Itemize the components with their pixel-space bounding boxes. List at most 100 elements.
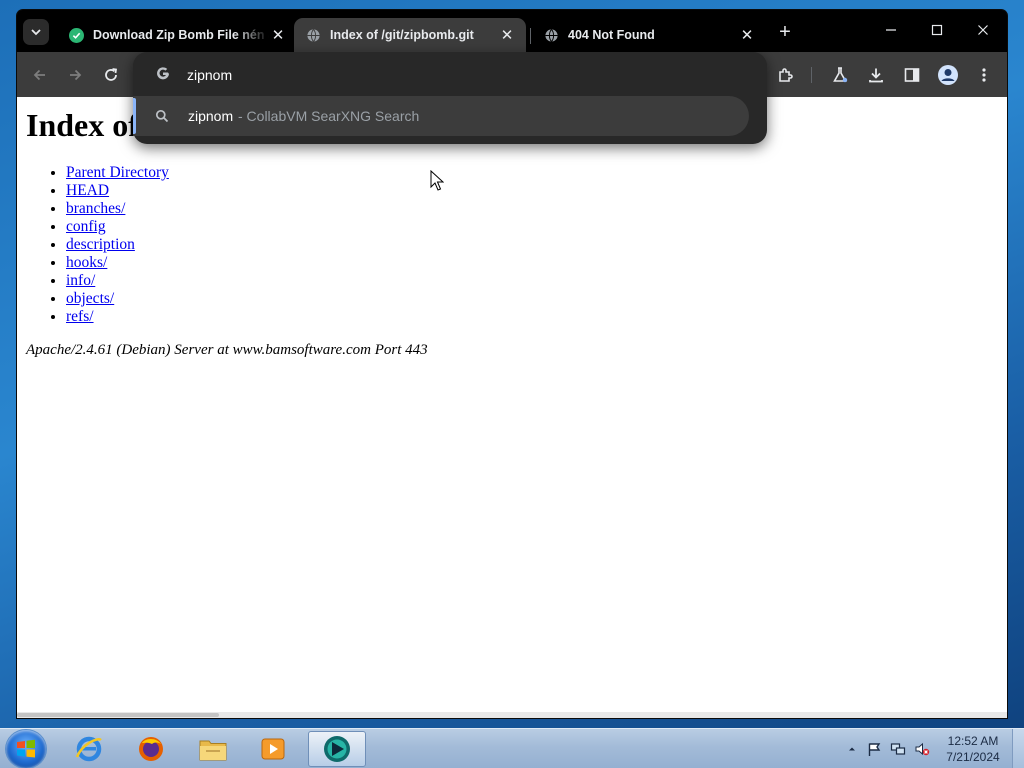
link-config[interactable]: config: [66, 218, 106, 235]
reload-button[interactable]: [98, 62, 124, 88]
menu-button[interactable]: [971, 62, 997, 88]
media-player-icon: [261, 738, 285, 760]
extensions-button[interactable]: [773, 62, 799, 88]
close-icon[interactable]: ✕: [738, 26, 756, 44]
file-explorer-icon: [199, 740, 227, 761]
list-item: info/: [66, 272, 169, 290]
tab-404-not-found[interactable]: 404 Not Found ✕: [532, 18, 766, 52]
close-icon: [978, 25, 988, 35]
new-tab-button[interactable]: +: [773, 20, 797, 44]
close-icon[interactable]: ✕: [498, 26, 516, 44]
taskbar-active-app[interactable]: [308, 731, 366, 767]
list-item: objects/: [66, 290, 169, 308]
side-panel-icon: [904, 68, 920, 82]
link-refs[interactable]: refs/: [66, 308, 94, 325]
profile-button[interactable]: [935, 62, 961, 88]
minimize-button[interactable]: [869, 16, 913, 44]
page-content: Index of /git/zipbomb.git Parent Directo…: [17, 97, 1007, 718]
download-icon: [869, 68, 883, 83]
taskbar-file-explorer[interactable]: [186, 731, 240, 767]
reload-icon: [105, 68, 118, 81]
link-objects[interactable]: objects/: [66, 290, 114, 307]
globe-icon: [306, 28, 321, 43]
link-head[interactable]: HEAD: [66, 182, 109, 199]
system-clock[interactable]: 12:52 AM 7/21/2024: [940, 733, 1006, 765]
list-item: HEAD: [66, 182, 169, 200]
list-item: refs/: [66, 308, 169, 326]
suggestion-description: - CollabVM SearXNG Search: [238, 108, 420, 124]
close-icon[interactable]: ✕: [269, 26, 287, 44]
taskbar-firefox[interactable]: [124, 731, 178, 767]
network-button[interactable]: [890, 741, 906, 757]
speaker-muted-icon: [915, 742, 930, 756]
show-desktop-button[interactable]: [1012, 729, 1024, 768]
taskbar-media-player[interactable]: [246, 731, 300, 767]
horizontal-scrollbar[interactable]: [17, 712, 1007, 718]
tab-title: Index of /git/zipbomb.git: [330, 28, 474, 42]
network-icon: [890, 743, 906, 755]
avatar-icon: [938, 65, 958, 85]
green-check-icon: [69, 27, 84, 43]
plus-icon: +: [779, 20, 791, 43]
tab-divider: [530, 28, 531, 44]
clock-date: 7/21/2024: [946, 750, 1000, 764]
omnibox-popup: zipnom - CollabVM SearXNG Search: [133, 52, 767, 144]
link-info[interactable]: info/: [66, 272, 95, 289]
chevron-up-icon: [849, 747, 855, 751]
more-vertical-icon: [982, 68, 986, 82]
tab-index-of-zipbomb[interactable]: Index of /git/zipbomb.git ✕: [294, 18, 526, 52]
mouse-cursor-icon: [430, 170, 444, 191]
internet-explorer-icon: [75, 736, 102, 762]
list-item: hooks/: [66, 254, 169, 272]
directory-list: Parent Directory HEAD branches/ config d…: [66, 164, 169, 326]
arrow-right-icon: [70, 69, 82, 81]
google-g-icon: [155, 66, 171, 87]
toolbar-divider: [811, 67, 812, 83]
chrome-labs-button[interactable]: [827, 62, 853, 88]
maximize-icon: [931, 24, 943, 36]
tab-search-button[interactable]: [23, 19, 49, 45]
back-button[interactable]: [27, 62, 53, 88]
link-hooks[interactable]: hooks/: [66, 254, 107, 271]
flag-icon: [868, 742, 880, 756]
link-branches[interactable]: branches/: [66, 200, 125, 217]
selection-indicator: [133, 98, 136, 134]
forward-button[interactable]: [62, 62, 88, 88]
search-icon: [155, 109, 169, 128]
chevron-down-icon: [31, 29, 41, 36]
list-item: config: [66, 218, 169, 236]
puzzle-icon: [779, 68, 793, 82]
address-bar-input[interactable]: [187, 64, 607, 86]
minimize-icon: [886, 29, 896, 31]
downloads-button[interactable]: [863, 62, 889, 88]
start-button[interactable]: [6, 730, 46, 768]
tab-strip: Download Zip Bomb File nén 4 ✕ Index of …: [17, 10, 1007, 52]
scrollbar-thumb[interactable]: [17, 713, 219, 717]
show-hidden-icons-button[interactable]: [844, 741, 860, 757]
volume-button[interactable]: [914, 741, 930, 757]
taskbar-internet-explorer[interactable]: [62, 731, 116, 767]
list-item: Parent Directory: [66, 164, 169, 182]
suggestion-query: zipnom: [188, 108, 234, 124]
omnibox-suggestion[interactable]: zipnom - CollabVM SearXNG Search: [133, 96, 749, 136]
tab-title: Download Zip Bomb File nén 4: [93, 28, 269, 42]
windows-logo-icon: [17, 739, 35, 758]
action-center-button[interactable]: [866, 741, 882, 757]
firefox-icon: [139, 737, 163, 761]
globe-icon: [544, 28, 559, 43]
side-panel-button[interactable]: [899, 62, 925, 88]
list-item: description: [66, 236, 169, 254]
maximize-button[interactable]: [915, 16, 959, 44]
clock-time: 12:52 AM: [947, 734, 999, 748]
link-parent-directory[interactable]: Parent Directory: [66, 164, 169, 181]
tab-zip-bomb-download[interactable]: Download Zip Bomb File nén 4 ✕: [57, 18, 297, 52]
link-description[interactable]: description: [66, 236, 135, 253]
taskbar: 12:52 AM 7/21/2024: [0, 728, 1024, 768]
omnibox-row: [133, 52, 767, 96]
close-window-button[interactable]: [961, 16, 1005, 44]
arrow-left-icon: [33, 69, 45, 81]
flask-icon: [833, 67, 848, 83]
server-signature: Apache/2.4.61 (Debian) Server at www.bam…: [26, 342, 428, 358]
tab-title: 404 Not Found: [568, 28, 655, 42]
active-app-icon: [324, 736, 350, 762]
